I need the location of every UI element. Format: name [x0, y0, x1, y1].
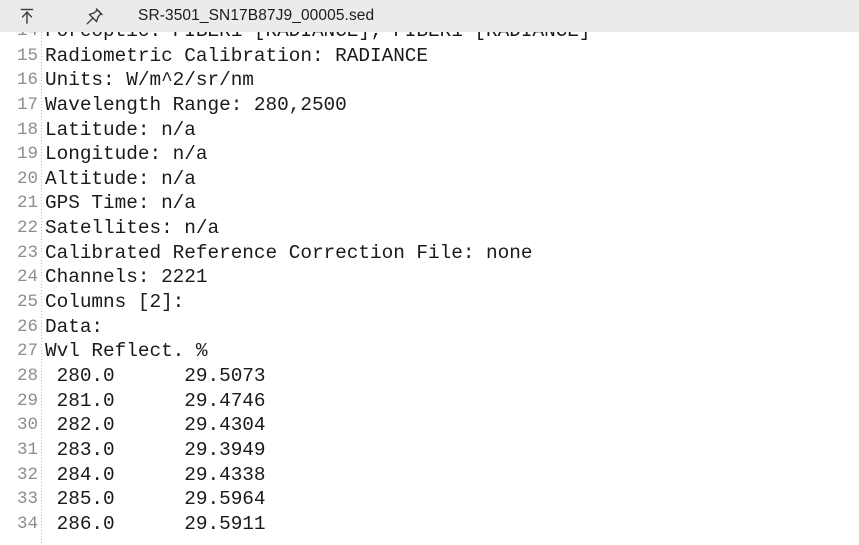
- line-number: 25: [16, 292, 38, 313]
- code-line-text: Calibrated Reference Correction File: no…: [45, 241, 533, 264]
- code-line-text: Satellites: n/a: [45, 217, 220, 240]
- pin-icon: [84, 6, 105, 27]
- line-number: 20: [16, 168, 38, 189]
- code-line-text: 285.0 29.5964: [45, 488, 266, 511]
- code-line-text: GPS Time: n/a: [45, 192, 196, 215]
- code-line: 24 Channels: 2221: [0, 265, 859, 290]
- line-number: 30: [16, 415, 38, 436]
- line-number: 15: [16, 45, 38, 66]
- line-number: 17: [16, 94, 38, 115]
- code-line: 15 Radiometric Calibration: RADIANCE: [0, 44, 859, 69]
- line-number: 31: [16, 439, 38, 460]
- code-line-text: Foreoptic: FIBER1 [RADIANCE]; FIBER1 [RA…: [38, 32, 591, 44]
- line-number: 22: [16, 218, 38, 239]
- code-line: 31 283.0 29.3949: [0, 438, 859, 463]
- code-line-text: Altitude: n/a: [45, 167, 196, 190]
- code-line: 30 282.0 29.4304: [0, 413, 859, 438]
- code-line: 20 Altitude: n/a: [0, 167, 859, 192]
- code-line: 33 285.0 29.5964: [0, 487, 859, 512]
- code-line: 29 281.0 29.4746: [0, 389, 859, 414]
- code-line: 21 GPS Time: n/a: [0, 191, 859, 216]
- code-line-text: 282.0 29.4304: [45, 414, 266, 437]
- line-number: 24: [16, 267, 38, 288]
- code-line-text: 284.0 29.4338: [45, 463, 266, 486]
- code-line: 22 Satellites: n/a: [0, 216, 859, 241]
- document-title: SR-3501_SN17B87J9_00005.sed: [138, 7, 375, 24]
- code-line: 23 Calibrated Reference Correction File: …: [0, 241, 859, 266]
- code-line: 14Foreoptic: FIBER1 [RADIANCE]; FIBER1 […: [0, 32, 859, 44]
- line-number: 21: [16, 193, 38, 214]
- code-line-text: Latitude: n/a: [45, 118, 196, 141]
- scroll-to-top-button[interactable]: [10, 1, 44, 31]
- text-editor-pane[interactable]: 14Foreoptic: FIBER1 [RADIANCE]; FIBER1 […: [0, 32, 859, 545]
- line-number: 16: [16, 70, 38, 91]
- code-line: 19 Longitude: n/a: [0, 142, 859, 167]
- code-line: 18 Latitude: n/a: [0, 118, 859, 143]
- code-line: 28 280.0 29.5073: [0, 364, 859, 389]
- code-line: 27 Wvl Reflect. %: [0, 339, 859, 364]
- line-number: 18: [16, 119, 38, 140]
- code-line-text: Channels: 2221: [45, 266, 208, 289]
- line-number: 33: [16, 489, 38, 510]
- code-line: 25 Columns [2]:: [0, 290, 859, 315]
- line-number: 19: [16, 144, 38, 165]
- line-number: 14: [0, 32, 38, 44]
- pin-button[interactable]: [77, 1, 111, 31]
- code-line-text: Wvl Reflect. %: [45, 340, 208, 363]
- code-line: 17 Wavelength Range: 280,2500: [0, 93, 859, 118]
- line-number: 34: [16, 513, 38, 534]
- code-line: 16 Units: W/m^2/sr/nm: [0, 68, 859, 93]
- line-number: 26: [16, 316, 38, 337]
- line-number: 27: [16, 341, 38, 362]
- code-line-text: Wavelength Range: 280,2500: [45, 93, 347, 116]
- line-number: 32: [16, 464, 38, 485]
- code-line-text: 280.0 29.5073: [45, 364, 266, 387]
- code-line-text: Longitude: n/a: [45, 143, 208, 166]
- code-line: 26 Data:: [0, 315, 859, 340]
- code-line: 34 286.0 29.5911: [0, 512, 859, 537]
- arrow-up-to-line-icon: [17, 6, 37, 26]
- code-line-text: 281.0 29.4746: [45, 389, 266, 412]
- line-number: 29: [16, 390, 38, 411]
- line-number: 23: [16, 242, 38, 263]
- document-toolbar: SR-3501_SN17B87J9_00005.sed: [0, 0, 859, 32]
- code-line-text: 286.0 29.5911: [45, 512, 266, 535]
- code-line-text: Radiometric Calibration: RADIANCE: [45, 44, 429, 67]
- code-line-text: 283.0 29.3949: [45, 438, 266, 461]
- code-line-text: Units: W/m^2/sr/nm: [45, 69, 254, 92]
- code-line: 32 284.0 29.4338: [0, 463, 859, 488]
- code-content: 14Foreoptic: FIBER1 [RADIANCE]; FIBER1 […: [0, 32, 859, 536]
- code-line-text: Columns [2]:: [45, 291, 185, 314]
- line-number: 28: [16, 365, 38, 386]
- code-line-text: Data:: [45, 315, 104, 338]
